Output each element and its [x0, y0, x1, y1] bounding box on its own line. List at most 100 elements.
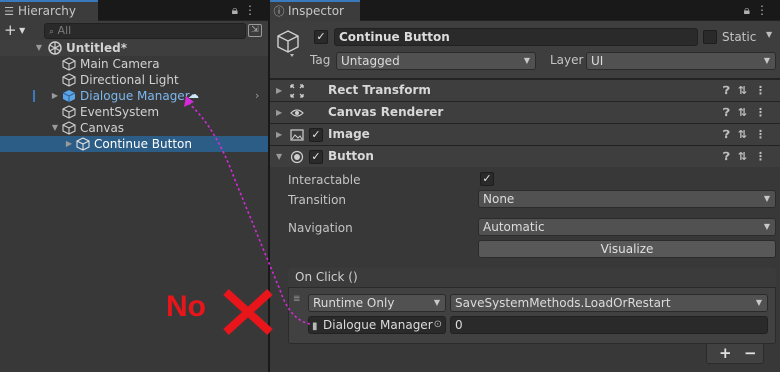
hierarchy-item-prefab[interactable]: ▶ Dialogue Manager ☁ ›: [0, 88, 268, 104]
menu-dots-icon[interactable]: ⋮: [755, 84, 774, 97]
hierarchy-item[interactable]: Directional Light: [0, 72, 268, 88]
static-checkbox[interactable]: [703, 30, 717, 44]
chevron-down-icon: ▼: [763, 56, 770, 65]
on-click-title: On Click (): [288, 268, 776, 288]
interactable-checkbox[interactable]: ✓: [480, 172, 494, 186]
add-listener-button[interactable]: +: [719, 344, 732, 362]
scene-name: Untitled*: [66, 41, 127, 55]
hierarchy-item-selected[interactable]: ▶ Continue Button: [0, 136, 268, 152]
inspector-tab-tools: 🔒︎⋮: [744, 3, 774, 18]
tag-value: Untagged: [341, 54, 400, 68]
search-icon: ⌕: [49, 27, 55, 37]
gameobject-icon: [62, 121, 76, 135]
settings-sliders-icon[interactable]: ⇅: [738, 106, 755, 119]
transition-value: None: [483, 192, 515, 206]
chevron-down-icon: ▼: [433, 298, 440, 307]
object-picker-icon[interactable]: ⊙: [434, 317, 442, 333]
menu-dots-icon[interactable]: ⋮: [755, 128, 774, 141]
expand-arrow-icon[interactable]: ▼: [34, 40, 44, 56]
navigation-value: Automatic: [483, 220, 545, 234]
annotation-no-label: No: [166, 290, 206, 323]
gameobject-icon: [62, 105, 76, 119]
expand-arrow-icon[interactable]: ▶: [50, 88, 60, 104]
search-options-icon[interactable]: ⇲: [248, 24, 262, 37]
drag-handle-icon[interactable]: ═ ═: [294, 294, 299, 306]
component-image[interactable]: ▶ ✓ Image ❓︎⇅⋮: [270, 123, 780, 145]
menu-dots-icon[interactable]: ⋮: [755, 150, 774, 163]
chevron-right-icon[interactable]: ›: [255, 88, 259, 104]
component-tools: ❓︎⇅⋮: [723, 146, 774, 167]
scene-row[interactable]: ▼ Untitled*: [0, 40, 268, 56]
expand-arrow-icon[interactable]: ▶: [64, 136, 74, 152]
component-title: Image: [328, 127, 370, 141]
menu-dots-icon[interactable]: ⋮: [244, 3, 262, 17]
help-icon[interactable]: ❓︎: [723, 150, 738, 163]
search-placeholder: All: [57, 24, 72, 37]
search-input[interactable]: ⌕ All: [44, 23, 246, 39]
settings-sliders-icon[interactable]: ⇅: [738, 128, 755, 141]
expand-arrow-icon[interactable]: ▶: [276, 124, 282, 145]
active-checkbox[interactable]: ✓: [314, 30, 328, 44]
gameobject-icon: [62, 73, 76, 87]
tab-inspector[interactable]: ⓘ Inspector: [270, 0, 360, 21]
hierarchy-tab-bar: ☰ Hierarchy 🔒︎⋮: [0, 0, 268, 21]
hierarchy-item-label: Continue Button: [94, 137, 192, 151]
tab-hierarchy[interactable]: ☰ Hierarchy: [0, 0, 98, 21]
gameobject-icon: [76, 137, 90, 151]
component-enabled-checkbox[interactable]: ✓: [309, 150, 323, 164]
component-tools: ❓︎⇅⋮: [723, 102, 774, 123]
navigation-dropdown[interactable]: Automatic ▼: [478, 218, 776, 236]
component-enabled-checkbox[interactable]: ✓: [309, 128, 323, 142]
script-file-icon: ▮: [312, 321, 318, 332]
transition-label: Transition: [288, 193, 347, 207]
create-button[interactable]: + ▼: [4, 22, 36, 40]
tab-inspector-label: Inspector: [288, 4, 344, 18]
hierarchy-item[interactable]: EventSystem: [0, 104, 268, 120]
object-name-field[interactable]: Continue Button: [334, 28, 698, 46]
navigation-label: Navigation: [288, 221, 353, 235]
component-tools: ❓︎⇅⋮: [723, 80, 774, 101]
chevron-down-icon[interactable]: ▼: [766, 30, 772, 39]
hierarchy-item-label: Main Camera: [80, 57, 160, 71]
hierarchy-item[interactable]: ▼ Canvas: [0, 120, 268, 136]
component-title: Button: [328, 149, 374, 163]
transition-dropdown[interactable]: None ▼: [478, 190, 776, 208]
target-object-field[interactable]: ▮ Dialogue Manager ⊙: [308, 316, 446, 334]
settings-sliders-icon[interactable]: ⇅: [738, 84, 755, 97]
remove-listener-button[interactable]: −: [744, 344, 757, 362]
help-icon[interactable]: ❓︎: [723, 106, 738, 119]
visualize-button[interactable]: Visualize: [478, 240, 776, 258]
component-button[interactable]: ▼ ✓ Button ❓︎⇅⋮: [270, 145, 780, 167]
component-title: Canvas Renderer: [328, 105, 444, 119]
lock-icon[interactable]: 🔒︎: [744, 3, 756, 17]
runtime-value: Runtime Only: [313, 296, 395, 310]
hierarchy-item-label: Directional Light: [80, 73, 179, 87]
chevron-down-icon: ▼: [763, 222, 770, 231]
menu-dots-icon[interactable]: ⋮: [755, 106, 774, 119]
hierarchy-item[interactable]: Main Camera: [0, 56, 268, 72]
chevron-down-icon: ▼: [763, 194, 770, 203]
info-icon: ⓘ: [273, 5, 285, 18]
chevron-down-icon: ▼: [16, 26, 26, 35]
event-footer-buttons: + −: [706, 344, 764, 364]
rect-transform-icon: [290, 84, 304, 98]
argument-field[interactable]: 0: [450, 316, 768, 334]
chevron-down-icon: ▼: [523, 56, 530, 65]
function-dropdown[interactable]: SaveSystemMethods.LoadOrRestart ▼: [450, 294, 768, 312]
component-canvas-renderer[interactable]: ▶ Canvas Renderer ❓︎⇅⋮: [270, 101, 780, 123]
menu-dots-icon[interactable]: ⋮: [756, 3, 774, 17]
expand-arrow-icon[interactable]: ▶: [276, 102, 282, 123]
help-icon[interactable]: ❓︎: [723, 128, 738, 141]
layer-label: Layer: [550, 53, 584, 67]
collapse-arrow-icon[interactable]: ▼: [276, 146, 282, 167]
expand-arrow-icon[interactable]: ▶: [276, 80, 282, 101]
lock-icon[interactable]: 🔒︎: [232, 3, 244, 17]
layer-dropdown[interactable]: UI ▼: [586, 52, 776, 70]
component-rect-transform[interactable]: ▶ Rect Transform ❓︎⇅⋮: [270, 79, 780, 101]
expand-arrow-icon[interactable]: ▼: [50, 120, 60, 136]
help-icon[interactable]: ❓︎: [723, 84, 738, 97]
unity-scene-icon: [48, 41, 62, 55]
settings-sliders-icon[interactable]: ⇅: [738, 150, 755, 163]
tag-dropdown[interactable]: Untagged ▼: [336, 52, 536, 70]
runtime-dropdown[interactable]: Runtime Only ▼: [308, 294, 446, 312]
